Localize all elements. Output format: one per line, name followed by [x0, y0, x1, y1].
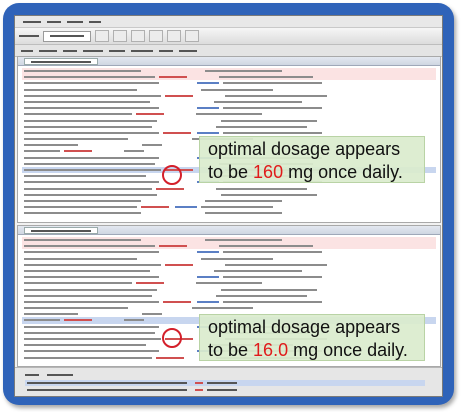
dosage-callout-1: optimal dosage appears to be 160 mg once…: [199, 136, 425, 183]
toolbar-label: [19, 35, 39, 37]
toolbar-button[interactable]: [131, 30, 145, 42]
text-line: [22, 210, 436, 216]
menu-item[interactable]: [89, 20, 101, 23]
panel-title[interactable]: [24, 226, 98, 234]
toolbar-button[interactable]: [185, 30, 199, 42]
menu-bar: [15, 16, 442, 28]
callout-text: to be: [208, 162, 254, 182]
callout-text: to be: [208, 340, 254, 360]
callout-line-2: to be 160 mg once daily.: [208, 161, 416, 184]
toolbar-item[interactable]: [179, 49, 197, 52]
toolbar-item[interactable]: [159, 49, 173, 52]
callout-line-1: optimal dosage appears: [208, 317, 401, 337]
toolbar-item[interactable]: [63, 49, 77, 52]
callout-line-2: to be 16.0 mg once daily.: [208, 339, 416, 362]
status-row[interactable]: [25, 380, 425, 386]
highlight-circle: [162, 165, 182, 185]
toolbar-button[interactable]: [167, 30, 181, 42]
dosage-callout-2: optimal dosage appears to be 16.0 mg onc…: [199, 314, 425, 361]
dosage-value: 16.0: [253, 340, 289, 360]
toolbar-button[interactable]: [113, 30, 127, 42]
toolbar-button[interactable]: [149, 30, 163, 42]
toolbar: [15, 28, 442, 45]
panel-header: [18, 226, 440, 235]
toolbar-button[interactable]: [95, 30, 109, 42]
toolbar-item[interactable]: [109, 49, 125, 52]
toolbar-item[interactable]: [83, 49, 103, 52]
panel-title[interactable]: [24, 57, 98, 65]
callout-text: mg once daily.: [288, 340, 408, 360]
toolbar-item[interactable]: [39, 49, 57, 52]
status-panel: [15, 367, 442, 396]
dosage-value: 160: [253, 162, 284, 182]
menu-item[interactable]: [23, 20, 41, 23]
panel-header: [18, 57, 440, 66]
callout-text: mg once daily.: [283, 162, 403, 182]
document-tab[interactable]: [43, 30, 91, 42]
menu-item[interactable]: [67, 20, 83, 23]
toolbar-item[interactable]: [21, 49, 33, 52]
menu-item[interactable]: [47, 20, 61, 23]
callout-line-1: optimal dosage appears: [208, 139, 401, 159]
highlight-circle: [162, 328, 182, 348]
status-row[interactable]: [25, 387, 425, 393]
toolbar-item[interactable]: [131, 49, 153, 52]
